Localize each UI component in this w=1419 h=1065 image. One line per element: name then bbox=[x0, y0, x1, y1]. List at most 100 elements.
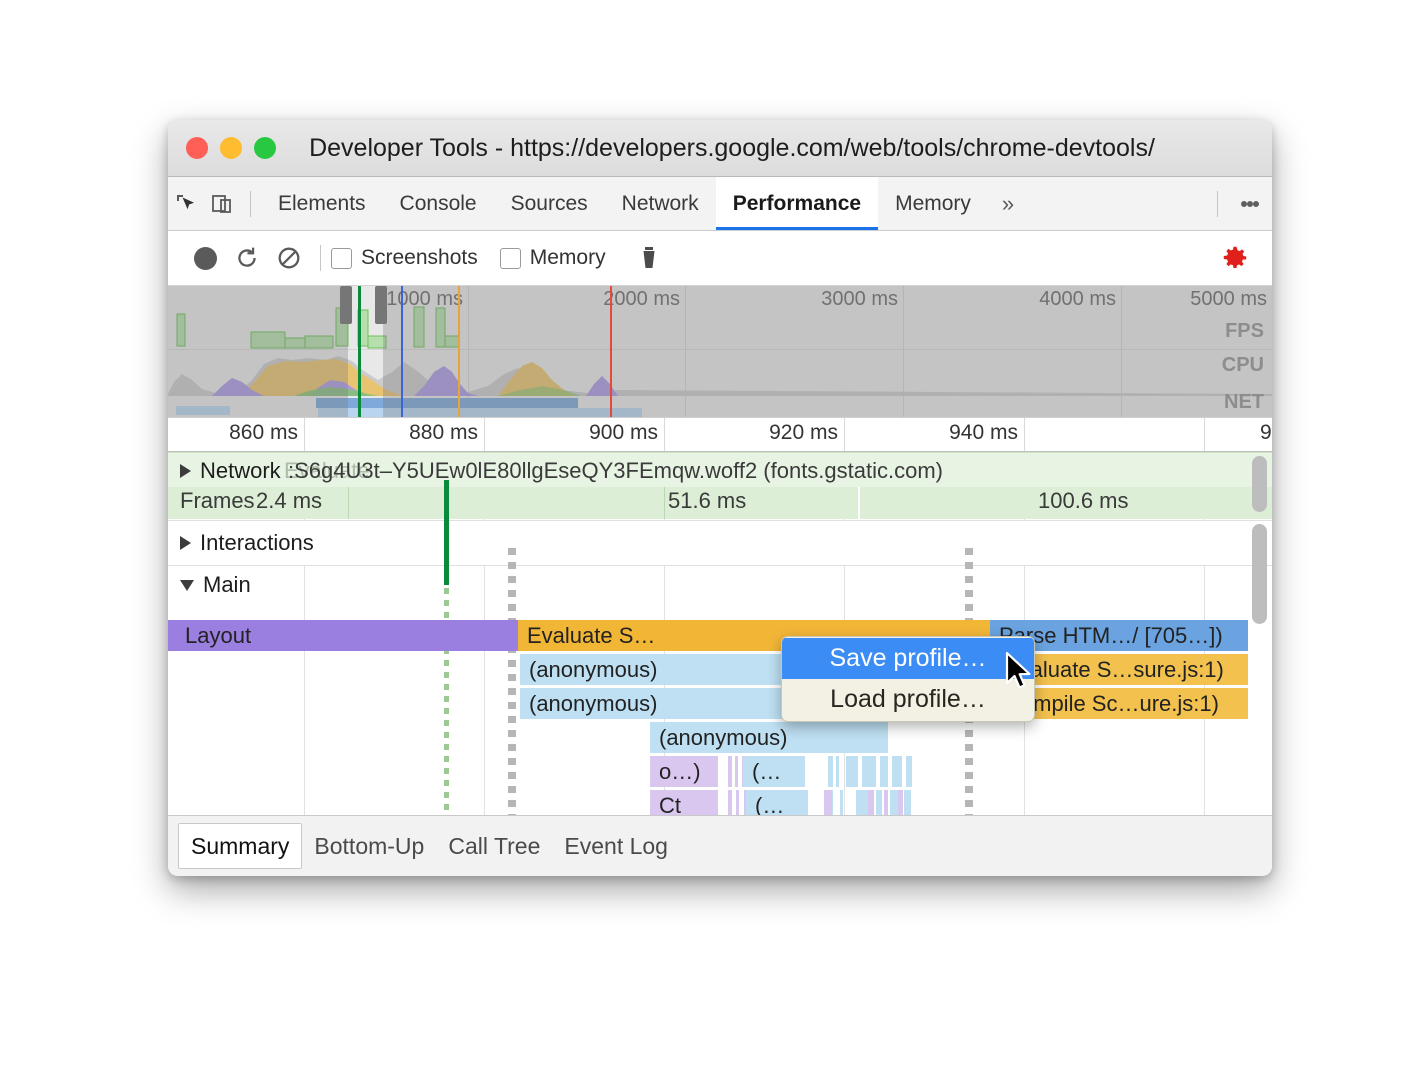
flame-event-label: (anonymous) bbox=[659, 725, 787, 751]
flame-event-label: (anonymous) bbox=[529, 657, 657, 683]
main-track-title: Main bbox=[203, 572, 251, 598]
window-title: Developer Tools - https://developers.goo… bbox=[168, 134, 1272, 163]
tabstrip-divider-right bbox=[1217, 191, 1218, 217]
chevron-right-icon bbox=[180, 536, 191, 550]
tab-performance[interactable]: Performance bbox=[716, 177, 878, 230]
ruler-tick-label: 940 ms bbox=[949, 421, 1018, 445]
main-track-header[interactable]: Main bbox=[180, 572, 251, 598]
flame-chart[interactable]: Network Evaluate :S6g4U3t–Y5UEw0lE80llgE… bbox=[168, 452, 1272, 844]
clear-icon bbox=[276, 245, 302, 271]
timeline-overview[interactable]: 1000 ms 2000 ms 3000 ms 4000 ms 5000 ms bbox=[168, 286, 1272, 418]
frame-duration: 2.4 ms bbox=[256, 488, 322, 514]
refresh-icon bbox=[234, 245, 260, 271]
capture-settings-button[interactable] bbox=[1214, 238, 1256, 278]
network-track-title: Network bbox=[200, 458, 281, 484]
ruler-tick: 860 ms bbox=[304, 418, 305, 451]
flame-event-layout[interactable]: Layout bbox=[176, 620, 526, 651]
tabstrip-right bbox=[1207, 191, 1272, 217]
tabstrip-divider bbox=[250, 191, 251, 217]
tab-call-tree[interactable]: Call Tree bbox=[436, 824, 552, 868]
tab-console[interactable]: Console bbox=[383, 177, 494, 230]
flame-event-label: Layout bbox=[185, 623, 251, 649]
tab-memory[interactable]: Memory bbox=[878, 177, 988, 230]
tab-bottom-up[interactable]: Bottom-Up bbox=[302, 824, 436, 868]
ruler-tick-label: 960 bbox=[1260, 421, 1272, 445]
overview-dim-left bbox=[168, 286, 348, 417]
ruler-tick-label: 900 ms bbox=[589, 421, 658, 445]
more-tabs-chevron-icon[interactable]: » bbox=[988, 191, 1028, 217]
mouse-cursor-icon bbox=[1005, 652, 1035, 694]
flame-event-o[interactable]: o…) bbox=[650, 756, 718, 787]
menu-item-label: Save profile… bbox=[829, 644, 986, 673]
interactions-track-header[interactable]: Interactions bbox=[180, 530, 314, 556]
flame-event-label: (anonymous) bbox=[529, 691, 657, 717]
frame-duration: 100.6 ms bbox=[1038, 488, 1129, 514]
screenshots-label: Screenshots bbox=[361, 246, 478, 270]
screenshots-checkbox-box[interactable] bbox=[331, 248, 352, 269]
frames-track-title: Frames bbox=[180, 488, 255, 514]
ruler-tick: 900 ms bbox=[664, 418, 665, 451]
record-icon bbox=[194, 247, 217, 270]
toolbar-divider bbox=[320, 245, 321, 271]
flame-dotted-marker-grey-1 bbox=[508, 548, 516, 844]
clear-button[interactable] bbox=[268, 238, 310, 278]
tab-elements[interactable]: Elements bbox=[261, 177, 383, 230]
network-request-label: :S6g4U3t–Y5UEw0lE80llgEseQY3FEmqw.woff2 … bbox=[288, 458, 943, 484]
screenshots-checkbox[interactable]: Screenshots bbox=[331, 246, 478, 270]
tab-event-log[interactable]: Event Log bbox=[552, 824, 680, 868]
panel-tabs: Elements Console Sources Network Perform… bbox=[261, 177, 1028, 230]
collect-garbage-button[interactable] bbox=[628, 238, 670, 278]
frame-boundary bbox=[664, 487, 665, 519]
gear-icon bbox=[1220, 243, 1250, 273]
overview-lane-cpu: CPU bbox=[1222, 354, 1264, 377]
overview-lane-fps: FPS bbox=[1225, 320, 1264, 343]
performance-toolbar: Screenshots Memory bbox=[168, 231, 1272, 286]
memory-label: Memory bbox=[530, 246, 606, 270]
reload-and-record-button[interactable] bbox=[226, 238, 268, 278]
ruler-tick-label: 920 ms bbox=[769, 421, 838, 445]
frame-duration: 51.6 ms bbox=[668, 488, 746, 514]
frames-track-header[interactable]: Frames bbox=[180, 488, 255, 514]
flame-event-label: Compile Sc…ure.js:1) bbox=[1005, 691, 1219, 717]
ruler-tick-label: 880 ms bbox=[409, 421, 478, 445]
flame-event-label: o…) bbox=[659, 759, 701, 785]
menu-item-load-profile[interactable]: Load profile… bbox=[782, 679, 1034, 720]
details-tabbar: Summary Bottom-Up Call Tree Event Log bbox=[168, 815, 1272, 876]
ruler-tick: 880 ms bbox=[484, 418, 485, 451]
trash-icon bbox=[637, 245, 661, 271]
memory-checkbox[interactable]: Memory bbox=[500, 246, 606, 270]
record-button[interactable] bbox=[184, 238, 226, 278]
context-menu[interactable]: Save profile… Load profile… bbox=[781, 636, 1035, 722]
flame-event-label: Evaluate S… bbox=[527, 623, 655, 649]
flame-scrollbar-top[interactable] bbox=[1252, 456, 1267, 512]
tab-sources[interactable]: Sources bbox=[494, 177, 605, 230]
overview-marker-onload bbox=[610, 286, 612, 417]
tab-summary[interactable]: Summary bbox=[178, 823, 302, 869]
menu-item-save-profile[interactable]: Save profile… bbox=[782, 638, 1034, 679]
timeline-ruler: 40 ms 860 ms 880 ms 900 ms 920 ms 940 ms… bbox=[168, 418, 1272, 452]
ruler-tick: 940 ms bbox=[1024, 418, 1025, 451]
ruler-tick: 920 ms bbox=[844, 418, 845, 451]
ruler-tick: 960 bbox=[1204, 418, 1272, 451]
chevron-right-icon bbox=[180, 464, 191, 478]
flame-event-anonymous[interactable]: (anonymous) bbox=[650, 722, 888, 753]
tab-network[interactable]: Network bbox=[605, 177, 716, 230]
menu-item-label: Load profile… bbox=[830, 685, 986, 714]
flame-event-label: (… bbox=[752, 759, 781, 785]
device-toolbar-icon[interactable] bbox=[204, 188, 240, 220]
overview-right-handle[interactable] bbox=[375, 286, 387, 324]
flame-event-paren[interactable]: (… bbox=[743, 756, 805, 787]
overview-left-handle[interactable] bbox=[340, 286, 352, 324]
inspect-element-icon[interactable] bbox=[168, 188, 204, 220]
network-track-header[interactable]: Network bbox=[180, 458, 281, 484]
flame-scrollbar-main[interactable] bbox=[1252, 524, 1267, 624]
overview-dim-right bbox=[383, 286, 1272, 417]
devtools-tabstrip: Elements Console Sources Network Perform… bbox=[168, 177, 1272, 231]
overview-marker-domcontentloaded bbox=[358, 286, 361, 417]
interactions-track[interactable] bbox=[168, 521, 1272, 565]
screenshot-root: Developer Tools - https://developers.goo… bbox=[0, 0, 1419, 1065]
more-options-icon[interactable] bbox=[1228, 198, 1272, 209]
memory-checkbox-box[interactable] bbox=[500, 248, 521, 269]
frame-boundary bbox=[858, 487, 860, 519]
overview-lane-net: NET bbox=[1224, 391, 1264, 414]
